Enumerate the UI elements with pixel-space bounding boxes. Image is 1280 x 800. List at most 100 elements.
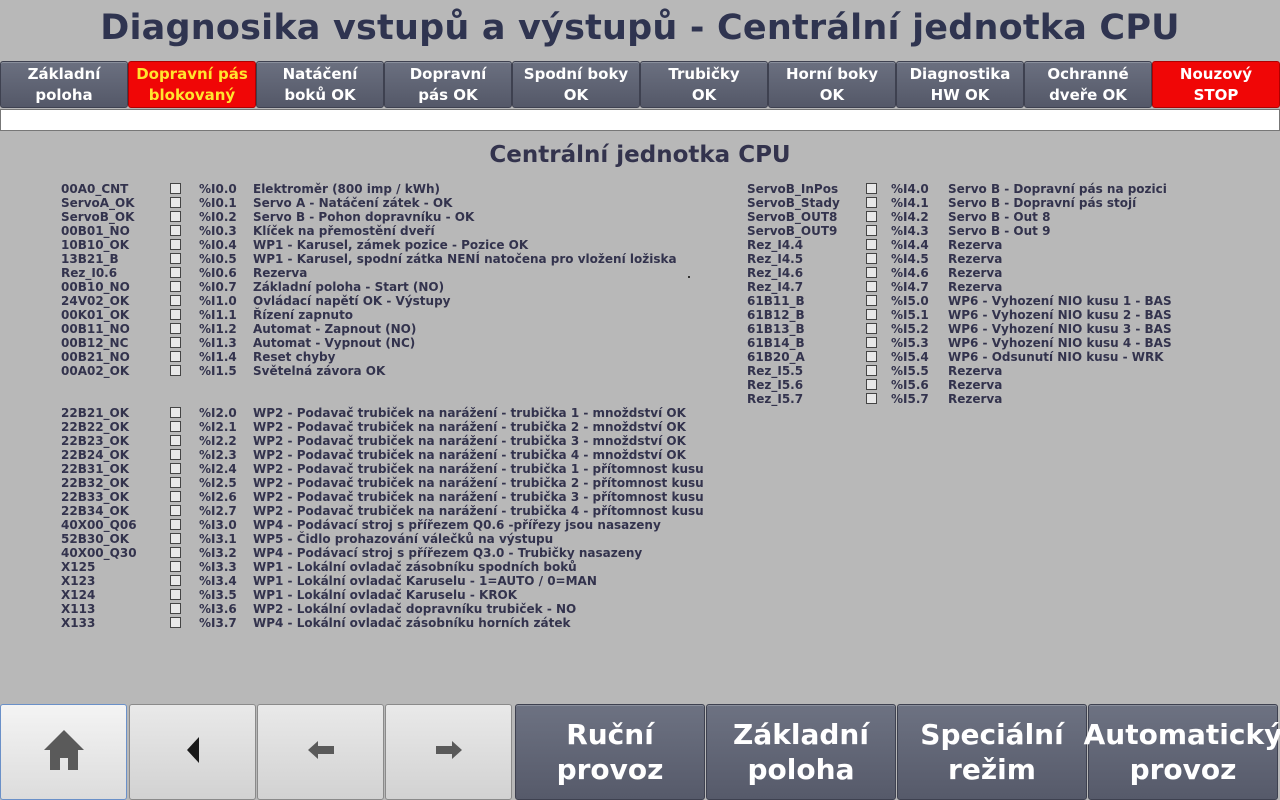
io-description: Rezerva (948, 280, 1003, 294)
stray-dot (688, 276, 690, 278)
io-address: %I1.2 (199, 322, 237, 336)
io-address: %I1.1 (199, 308, 237, 322)
message-bar (0, 109, 1280, 131)
io-row: 40X00_Q30 %I3.2 WP4 - Podávací stroj s pří… (61, 546, 701, 560)
io-state-checkbox (170, 603, 181, 614)
io-tag: 00A02_OK (61, 364, 130, 378)
mode-button-automatic[interactable]: Automatický provoz (1084, 704, 1280, 800)
status-button-6[interactable]: Horní boky OK (768, 61, 896, 108)
status-button-9[interactable]: Nouzový STOP (1152, 61, 1280, 108)
io-description: Ovládací napětí OK - Výstupy (253, 294, 451, 308)
io-row: 00B01_NO %I0.3 Klíček na přemostění dveří (61, 224, 701, 238)
io-row: 61B12_B %I5.1 WP6 - Vyhození NIO kusu 2 - … (747, 308, 1280, 322)
io-description: WP4 - Lokální ovladač zásobníku horních … (253, 616, 571, 630)
io-tag: 00B21_NO (61, 350, 130, 364)
io-tag: Rez_I4.5 (747, 252, 804, 266)
io-tag: 00K01_OK (61, 308, 130, 322)
io-state-checkbox (170, 253, 181, 264)
status-button-0[interactable]: Základní poloha (0, 61, 128, 108)
io-tag: 22B32_OK (61, 476, 130, 490)
mode-button-manual[interactable]: Ruční provoz (515, 704, 705, 800)
io-description: Automat - Zapnout (NO) (253, 322, 417, 336)
section-title: Centrální jednotka CPU (489, 142, 791, 168)
io-state-checkbox (866, 379, 877, 390)
io-state-checkbox (170, 309, 181, 320)
io-address: %I4.2 (891, 210, 929, 224)
io-description: Rezerva (948, 364, 1003, 378)
io-address: %I2.3 (199, 448, 237, 462)
io-state-checkbox (170, 547, 181, 558)
io-state-checkbox (170, 295, 181, 306)
mode-button-special[interactable]: Speciální režim (897, 704, 1087, 800)
home-button[interactable] (0, 704, 127, 800)
io-row: ServoB_OK %I0.2 Servo B - Pohon dopravníku… (61, 210, 701, 224)
io-description: Rezerva (948, 238, 1003, 252)
io-tag: ServoB_OK (61, 210, 135, 224)
bottom-navigation: Ruční provoz Základní poloha Speciální r… (0, 704, 1280, 800)
io-row: 40X00_Q06 %I3.0 WP4 - Podávací stroj s pří… (61, 518, 701, 532)
io-state-checkbox (866, 365, 877, 376)
io-row: Rez_I5.7 %I5.7 Rezerva (747, 392, 1280, 406)
status-button-4[interactable]: Spodní boky OK (512, 61, 640, 108)
io-address: %I2.2 (199, 434, 237, 448)
status-bar: Základní poloha Dopravní pás blokovaný Nat… (0, 61, 1280, 108)
io-tag: Rez_I4.7 (747, 280, 804, 294)
status-button-1[interactable]: Dopravní pás blokovaný (128, 61, 256, 108)
io-address: %I5.1 (891, 308, 929, 322)
io-description: Rezerva (253, 266, 308, 280)
io-address: %I2.5 (199, 476, 237, 490)
io-description: Řízení zapnuto (253, 308, 354, 322)
io-row: ServoB_OUT9 %I4.3 Servo B - Out 9 (747, 224, 1280, 238)
previous-page-button[interactable] (257, 704, 384, 800)
io-state-checkbox (170, 225, 181, 236)
io-row: Rez_I5.5 %I5.5 Rezerva (747, 364, 1280, 378)
io-state-checkbox (170, 337, 181, 348)
status-button-7[interactable]: Diagnostika HW OK (896, 61, 1024, 108)
status-button-5[interactable]: Trubičky OK (640, 61, 768, 108)
io-state-checkbox (170, 435, 181, 446)
io-row: 22B24_OK %I2.3 WP2 - Podavač trubiček na n… (61, 448, 701, 462)
io-description: WP2 - Podavač trubiček na narážení - tru… (253, 490, 704, 504)
io-tag: 22B31_OK (61, 462, 130, 476)
status-button-2[interactable]: Natáčení boků OK (256, 61, 384, 108)
io-address: %I3.4 (199, 574, 237, 588)
io-row: Rez_I0.6 %I0.6 Rezerva (61, 266, 701, 280)
io-tag: 00B01_NO (61, 224, 130, 238)
io-row: 22B22_OK %I2.1 WP2 - Podavač trubiček na n… (61, 420, 701, 434)
status-button-3[interactable]: Dopravní pás OK (384, 61, 512, 108)
io-tag: Rez_I4.6 (747, 266, 804, 280)
io-row: 13B21_B %I0.5 WP1 - Karusel, spodní zátka … (61, 252, 701, 266)
io-description: Reset chyby (253, 350, 336, 364)
back-button[interactable] (129, 704, 256, 800)
io-tag: 00B12_NC (61, 336, 129, 350)
io-state-checkbox (170, 421, 181, 432)
io-address: %I0.7 (199, 280, 237, 294)
triangle-left-icon (183, 735, 203, 769)
io-address: %I4.6 (891, 266, 929, 280)
io-address: %I5.3 (891, 336, 929, 350)
io-tag: Rez_I5.5 (747, 364, 804, 378)
io-state-checkbox (866, 267, 877, 278)
io-address: %I5.0 (891, 294, 929, 308)
next-page-button[interactable] (385, 704, 512, 800)
io-tag: 00A0_CNT (61, 182, 129, 196)
io-description: WP2 - Podavač trubiček na narážení - tru… (253, 434, 686, 448)
io-row: 00B10_NO %I0.7 Základní poloha - Start (NO… (61, 280, 701, 294)
io-state-checkbox (170, 239, 181, 250)
io-row: 24V02_OK %I1.0 Ovládací napětí OK - Výstup… (61, 294, 701, 308)
io-description: WP2 - Podavač trubiček na narážení - tru… (253, 406, 686, 420)
io-tag: X125 (61, 560, 96, 574)
status-button-8[interactable]: Ochranné dveře OK (1024, 61, 1152, 108)
io-state-checkbox (170, 267, 181, 278)
mode-button-home-position[interactable]: Základní poloha (706, 704, 896, 800)
io-tag: 61B12_B (747, 308, 805, 322)
io-state-checkbox (170, 407, 181, 418)
io-description: WP1 - Lokální ovladač Karuselu - KROK (253, 588, 518, 602)
io-description: Rezerva (948, 378, 1003, 392)
io-row: 61B13_B %I5.2 WP6 - Vyhození NIO kusu 3 - … (747, 322, 1280, 336)
io-state-checkbox (170, 575, 181, 586)
io-address: %I4.4 (891, 238, 929, 252)
io-row: 61B20_A %I5.4 WP6 - Odsunutí NIO kusu - WR… (747, 350, 1280, 364)
io-description: WP2 - Podavač trubiček na narážení - tru… (253, 504, 704, 518)
io-state-checkbox (170, 281, 181, 292)
